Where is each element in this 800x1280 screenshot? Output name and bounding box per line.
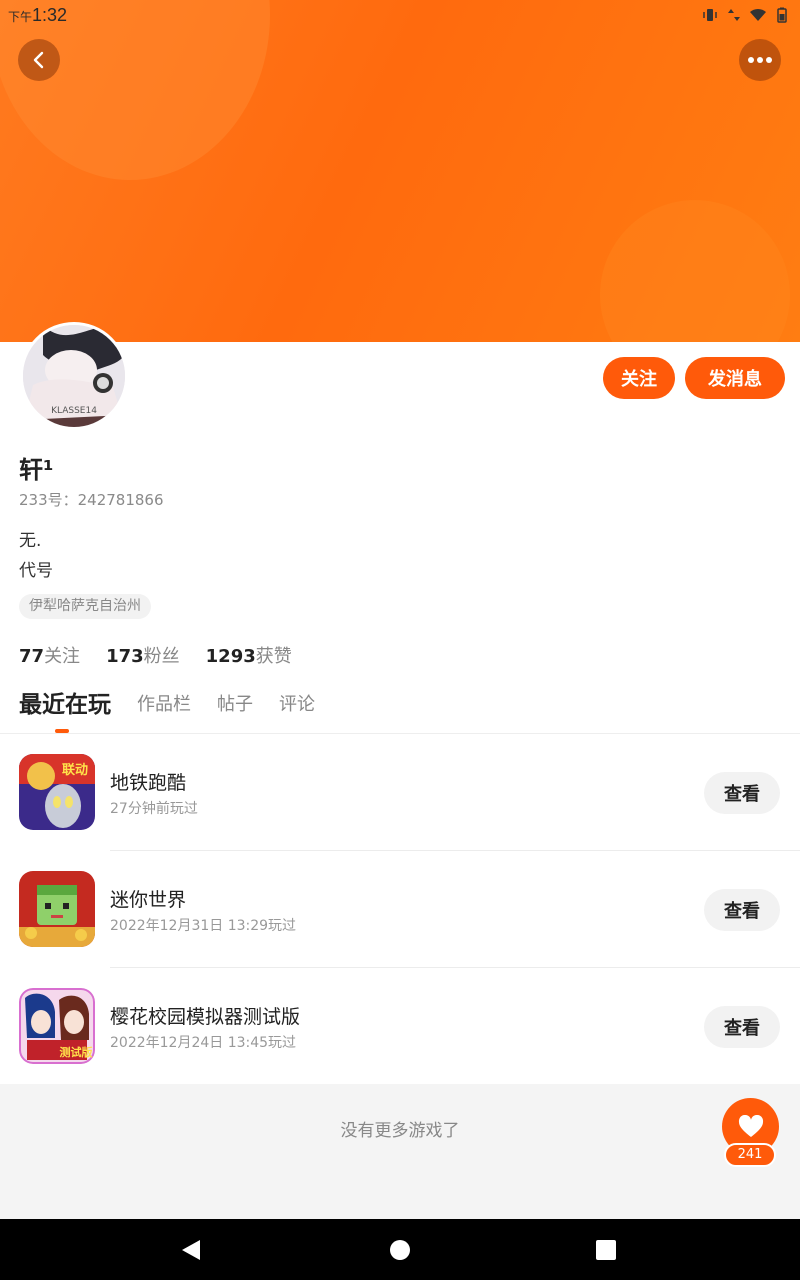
profile-stats: 77关注 173粉丝 1293获赞 [19, 642, 292, 668]
nav-home-icon[interactable] [387, 1237, 413, 1263]
send-message-button[interactable]: 发消息 [685, 357, 785, 399]
heart-icon [738, 1114, 763, 1137]
user-bio: 无. 代号 [19, 526, 53, 586]
list-item[interactable]: 测试版 樱花校园模拟器测试版 2022年12月24日 13:45玩过 查看 [0, 968, 800, 1085]
tab-comments[interactable]: 评论 [279, 688, 315, 722]
profile-banner: 下午1:32 [0, 0, 800, 342]
game-icon-subway-surfers: 联动 [19, 754, 95, 830]
no-more-games-text: 没有更多游戏了 [340, 1121, 460, 1141]
view-game-button[interactable]: 查看 [704, 1006, 780, 1048]
screen: 下午1:32 KLASSE14 关注 发消息 轩¹ 233号：242781866… [0, 0, 800, 1280]
system-nav-bar [0, 1219, 800, 1280]
tab-recent-played[interactable]: 最近在玩 [19, 688, 111, 722]
avatar-watermark-text: KLASSE14 [51, 406, 97, 416]
game-icon-badge: 测试版 [60, 1045, 93, 1059]
location-tag: 伊犁哈萨克自治州 [19, 594, 151, 619]
more-options-button[interactable] [739, 39, 781, 81]
game-last-played: 27分钟前玩过 [110, 801, 198, 817]
status-icons [702, 7, 790, 23]
tab-works[interactable]: 作品栏 [137, 688, 191, 722]
battery-icon [777, 7, 787, 23]
game-icon-mini-world [19, 871, 95, 947]
game-last-played: 2022年12月24日 13:45玩过 [110, 1035, 297, 1051]
stat-likes[interactable]: 1293获赞 [206, 642, 292, 668]
view-game-button[interactable]: 查看 [704, 889, 780, 931]
follow-button[interactable]: 关注 [603, 357, 675, 399]
chevron-left-icon [33, 51, 44, 69]
user-id[interactable]: 233号：242781866 [19, 489, 164, 510]
stat-following[interactable]: 77关注 [19, 642, 80, 668]
nav-back-icon[interactable] [178, 1237, 204, 1263]
like-count-badge: 241 [724, 1143, 776, 1167]
list-footer [0, 1084, 800, 1219]
more-dots-icon [748, 57, 772, 63]
game-icon-badge: 联动 [62, 763, 88, 778]
profile-tabs: 最近在玩 作品栏 帖子 评论 [19, 688, 315, 722]
wifi-icon [750, 8, 766, 21]
tab-posts[interactable]: 帖子 [217, 688, 253, 722]
banner-decoration [600, 200, 790, 342]
status-bar: 下午1:32 [0, 0, 800, 32]
stat-fans[interactable]: 173粉丝 [106, 642, 180, 668]
list-item[interactable]: 联动 地铁跑酷 27分钟前玩过 查看 [0, 734, 800, 851]
bio-line: 无. [19, 531, 42, 551]
back-button[interactable] [18, 39, 60, 81]
nav-recents-icon[interactable] [593, 1237, 619, 1263]
user-name: 轩¹ [19, 456, 54, 484]
game-last-played: 2022年12月31日 13:29玩过 [110, 918, 297, 934]
view-game-button[interactable]: 查看 [704, 772, 780, 814]
vibrate-icon [703, 9, 717, 21]
game-name: 地铁跑酷 [110, 772, 187, 794]
list-item[interactable]: 迷你世界 2022年12月31日 13:29玩过 查看 [0, 851, 800, 968]
data-arrows-icon [728, 9, 740, 21]
status-time: 下午1:32 [8, 5, 68, 25]
avatar[interactable]: KLASSE14 [20, 322, 128, 430]
avatar-image: KLASSE14 [23, 325, 125, 427]
bio-line: 代号 [19, 561, 53, 581]
game-name: 迷你世界 [110, 889, 187, 911]
game-name: 樱花校园模拟器测试版 [110, 1006, 301, 1028]
game-icon-sakura-school: 测试版 [19, 988, 95, 1064]
